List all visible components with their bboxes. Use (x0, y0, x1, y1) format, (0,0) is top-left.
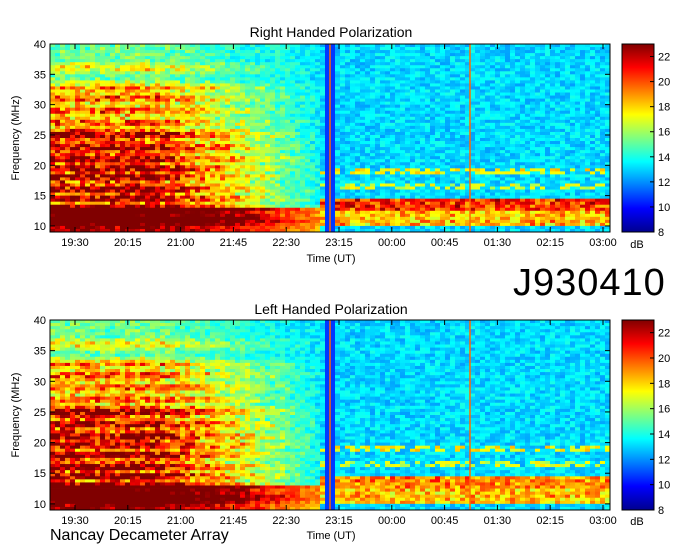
x-tick-label: 02:15 (536, 515, 564, 527)
colorbar-tick-label: 22 (658, 328, 670, 340)
x-tick-label: 21:45 (220, 237, 248, 249)
colorbar-tick-label: 8 (658, 505, 664, 517)
colorbar-tick-label: 14 (658, 429, 670, 441)
colorbar-tick-label: 20 (658, 77, 670, 89)
colorbar-label: dB (630, 239, 643, 251)
colorbar-tick-label: 20 (658, 353, 670, 365)
y-axis-label: Frequency (MHz) (10, 373, 22, 458)
colorbar-tick-label: 18 (658, 378, 670, 390)
x-tick-label: 21:45 (220, 515, 248, 527)
colorbar-tick-label: 8 (658, 227, 664, 239)
x-tick-label: 01:30 (484, 237, 512, 249)
colorbar (621, 43, 655, 233)
observation-date-label: J930410 (513, 262, 666, 304)
colorbar-tick-label: 16 (658, 404, 670, 416)
y-tick-label: 30 (34, 376, 46, 388)
colorbar-tick-label: 18 (658, 102, 670, 114)
x-tick-label: 23:15 (325, 237, 353, 249)
x-tick-label: 00:00 (378, 515, 406, 527)
colorbar-tick-label: 16 (658, 127, 670, 139)
y-tick-label: 30 (34, 100, 46, 112)
x-tick-label: 22:30 (272, 515, 300, 527)
y-tick-label: 15 (34, 468, 46, 480)
colorbar-tick-label: 14 (658, 152, 670, 164)
x-tick-label: 22:30 (272, 237, 300, 249)
y-tick-label: 40 (34, 315, 46, 327)
spectrogram-image (50, 320, 611, 511)
y-tick-label: 20 (34, 438, 46, 450)
x-tick-label: 23:15 (325, 515, 353, 527)
x-tick-label: 19:30 (61, 237, 89, 249)
x-tick-label: 21:00 (167, 515, 195, 527)
x-tick-label: 03:00 (589, 515, 617, 527)
colorbar-label: dB (630, 516, 643, 528)
x-tick-label: 20:15 (114, 237, 142, 249)
y-axis-label: Frequency (MHz) (10, 96, 22, 181)
panel-left-polarization: Left Handed Polarization 10152025303540 … (10, 301, 670, 542)
y-tick-label: 15 (34, 191, 46, 203)
colorbar-tick-label: 12 (658, 454, 670, 466)
x-tick-label: 20:15 (114, 515, 142, 527)
x-tick-label: 02:15 (536, 237, 564, 249)
x-tick-label: 00:00 (378, 237, 406, 249)
y-tick-label: 25 (34, 130, 46, 142)
y-tick-label: 35 (34, 69, 46, 81)
colorbar-tick-label: 10 (658, 480, 670, 492)
x-tick-label: 00:45 (431, 237, 459, 249)
colorbar (621, 319, 655, 511)
colorbar-tick-label: 12 (658, 177, 670, 189)
x-tick-label: 00:45 (431, 515, 459, 527)
panel-right-polarization: Right Handed Polarization 10 15 20 25 30 35 40… (10, 24, 670, 265)
y-tick-label: 35 (34, 346, 46, 358)
x-axis-label: Time (UT) (306, 253, 355, 265)
observatory-label: Nancay Decameter Array (50, 527, 229, 544)
chart-title: Left Handed Polarization (254, 301, 407, 317)
x-tick-label: 21:00 (167, 237, 195, 249)
y-tick-label: 40 (34, 39, 46, 51)
x-axis-label: Time (UT) (306, 530, 355, 542)
x-tick-label: 19:30 (61, 515, 89, 527)
x-tick-label: 01:30 (484, 515, 512, 527)
y-tick-label: 25 (34, 407, 46, 419)
colorbar-tick-label: 10 (658, 202, 670, 214)
y-tick-label: 20 (34, 160, 46, 172)
y-tick-label: 10 (34, 221, 46, 233)
x-tick-label: 03:00 (589, 237, 617, 249)
chart-title: Right Handed Polarization (250, 24, 413, 40)
spectrogram-image (50, 44, 611, 233)
y-tick-label: 10 (34, 499, 46, 511)
colorbar-tick-label: 22 (658, 52, 670, 64)
